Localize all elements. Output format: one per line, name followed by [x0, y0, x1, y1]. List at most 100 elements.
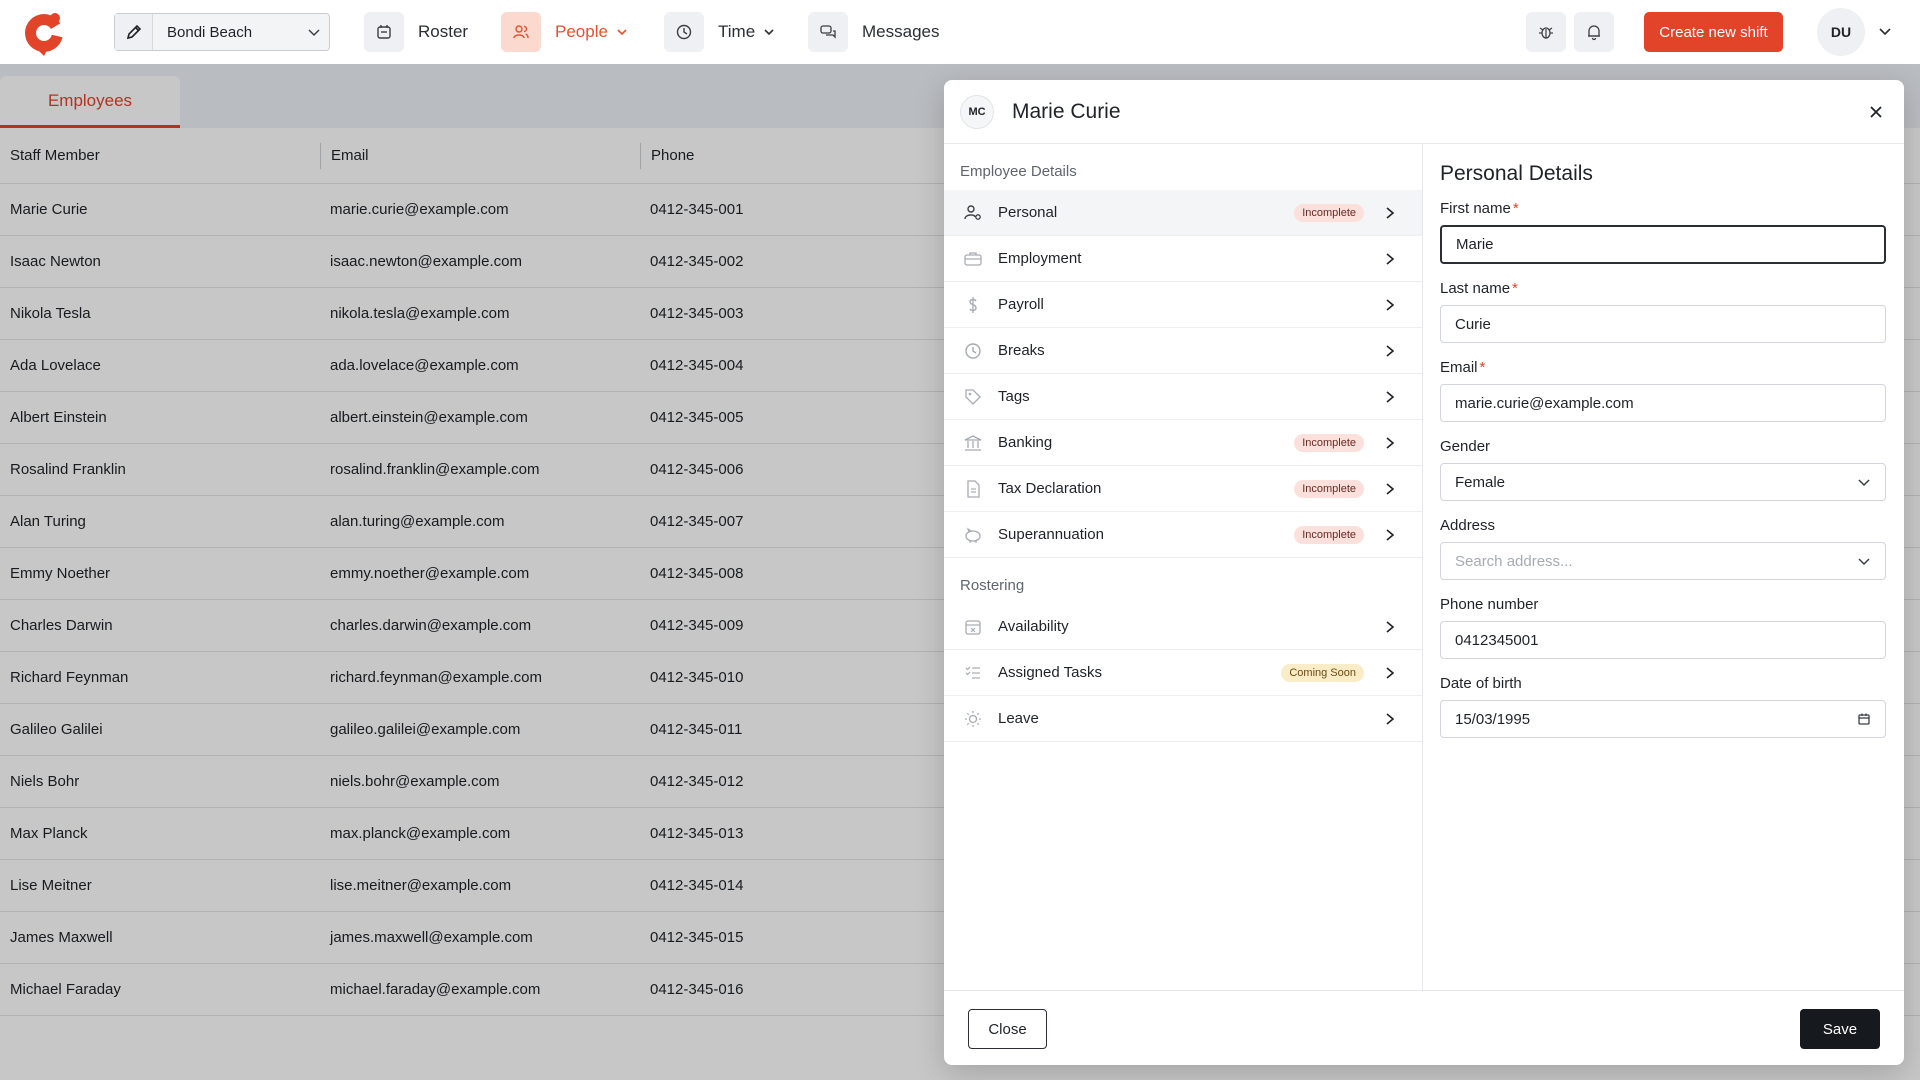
email-field: Email * [1440, 359, 1888, 422]
status-badge: Incomplete [1294, 525, 1364, 544]
chevron-down-icon [299, 25, 329, 39]
phone-input[interactable] [1440, 621, 1886, 659]
chevron-down-icon[interactable] [1876, 22, 1894, 40]
phone-field: Phone number [1440, 596, 1888, 659]
menu-item-leave[interactable]: Leave [944, 696, 1422, 742]
gender-value: Female [1455, 473, 1506, 491]
menu-item-label: Tax Declaration [998, 480, 1102, 497]
last-name-field: Last name * [1440, 280, 1888, 343]
first-name-input[interactable] [1440, 225, 1886, 264]
menu-item-availability[interactable]: Availability [944, 604, 1422, 650]
bell-icon [1588, 25, 1600, 41]
user-gear-icon [962, 202, 984, 224]
gender-field: Gender Female [1440, 438, 1888, 501]
menu-item-payroll[interactable]: Payroll [944, 282, 1422, 328]
notifications-button[interactable] [1574, 12, 1614, 52]
nav-roster-label: Roster [418, 22, 469, 41]
nav-people-label: People [555, 22, 608, 41]
close-button[interactable]: Close [968, 1009, 1047, 1049]
personal-details-title: Personal Details [1440, 162, 1593, 185]
chevron-right-icon [1382, 206, 1398, 220]
gender-select[interactable]: Female [1440, 463, 1886, 501]
menu-item-tags[interactable]: Tags [944, 374, 1422, 420]
menu-item-label: Breaks [998, 342, 1045, 359]
menu-item-label: Employment [998, 250, 1082, 267]
sun-icon [962, 708, 984, 730]
employee-avatar: MC [960, 94, 994, 129]
modal-title: Marie Curie [1012, 99, 1121, 123]
app-logo[interactable] [22, 8, 66, 56]
save-button[interactable]: Save [1800, 1009, 1880, 1049]
menu-item-label: Superannuation [998, 526, 1104, 543]
dob-input[interactable]: 15/03/1995 [1440, 700, 1886, 738]
calendar-x-icon [962, 616, 984, 638]
bug-icon [1539, 27, 1553, 39]
nav-roster[interactable]: Roster [364, 12, 468, 52]
status-badge: Incomplete [1294, 479, 1364, 498]
email-label: Email [1440, 359, 1478, 376]
top-navigation: Bondi Beach Roster People Time Messages [0, 0, 1920, 64]
last-name-input[interactable] [1440, 305, 1886, 343]
chevron-right-icon [1382, 344, 1398, 358]
details-menu: Employee Details Personal Incomplete Emplo… [944, 144, 1423, 990]
calendar-icon[interactable] [1857, 712, 1871, 726]
nav-people[interactable]: People [501, 12, 628, 52]
menu-item-label: Payroll [998, 296, 1044, 313]
menu-item-employment[interactable]: Employment [944, 236, 1422, 282]
piggy-bank-icon [962, 524, 984, 546]
close-icon[interactable] [1864, 100, 1888, 124]
nav-messages[interactable]: Messages [808, 12, 939, 52]
clock-icon [664, 12, 704, 52]
nav-time-label: Time [718, 22, 756, 41]
required-marker: * [1512, 280, 1518, 297]
dollar-icon [962, 294, 984, 316]
email-input[interactable] [1440, 384, 1886, 422]
address-label: Address [1440, 517, 1496, 534]
chevron-down-icon [617, 29, 627, 36]
address-placeholder: Search address... [1455, 552, 1573, 570]
clock-icon [962, 340, 984, 362]
chevron-right-icon [1382, 436, 1398, 450]
status-badge: Coming Soon [1281, 663, 1364, 682]
chevron-right-icon [1382, 712, 1398, 726]
required-marker: * [1512, 200, 1519, 217]
chevron-right-icon [1382, 482, 1398, 496]
chevron-down-icon [1858, 558, 1870, 566]
chevron-right-icon [1382, 298, 1398, 312]
chevron-down-icon [764, 29, 774, 36]
user-avatar[interactable]: DU [1817, 8, 1865, 56]
dob-value: 15/03/1995 [1455, 710, 1531, 728]
nav-time[interactable]: Time [664, 12, 775, 52]
pencil-icon[interactable] [115, 14, 153, 50]
dob-label: Date of birth [1440, 675, 1522, 692]
bank-icon [962, 432, 984, 454]
menu-item-label: Personal [998, 204, 1058, 221]
chat-icon [808, 12, 848, 52]
chevron-right-icon [1382, 528, 1398, 542]
status-badge: Incomplete [1294, 203, 1364, 222]
menu-item-personal[interactable]: Personal Incomplete [944, 190, 1422, 236]
chevron-right-icon [1382, 620, 1398, 634]
checklist-icon [962, 662, 984, 684]
location-name: Bondi Beach [167, 23, 253, 41]
tag-icon [962, 386, 984, 408]
menu-item-label: Leave [998, 710, 1039, 727]
menu-item-superannuation[interactable]: Superannuation Incomplete [944, 512, 1422, 558]
menu-item-label: Assigned Tasks [998, 664, 1102, 681]
create-new-shift-button[interactable]: Create new shift [1644, 12, 1783, 52]
bug-report-button[interactable] [1526, 12, 1566, 52]
calendar-icon [364, 12, 404, 52]
rostering-heading: Rostering [960, 577, 1025, 594]
last-name-label: Last name [1440, 280, 1511, 297]
menu-item-tax-declaration[interactable]: Tax Declaration Incomplete [944, 466, 1422, 512]
chevron-right-icon [1382, 666, 1398, 680]
menu-item-assigned-tasks[interactable]: Assigned Tasks Coming Soon [944, 650, 1422, 696]
menu-item-banking[interactable]: Banking Incomplete [944, 420, 1422, 466]
menu-item-label: Tags [998, 388, 1030, 405]
briefcase-icon [962, 248, 984, 270]
address-search-select[interactable]: Search address... [1440, 542, 1886, 580]
chevron-down-icon [1858, 479, 1870, 487]
location-selector[interactable]: Bondi Beach [114, 13, 330, 51]
document-icon [962, 478, 984, 500]
menu-item-breaks[interactable]: Breaks [944, 328, 1422, 374]
